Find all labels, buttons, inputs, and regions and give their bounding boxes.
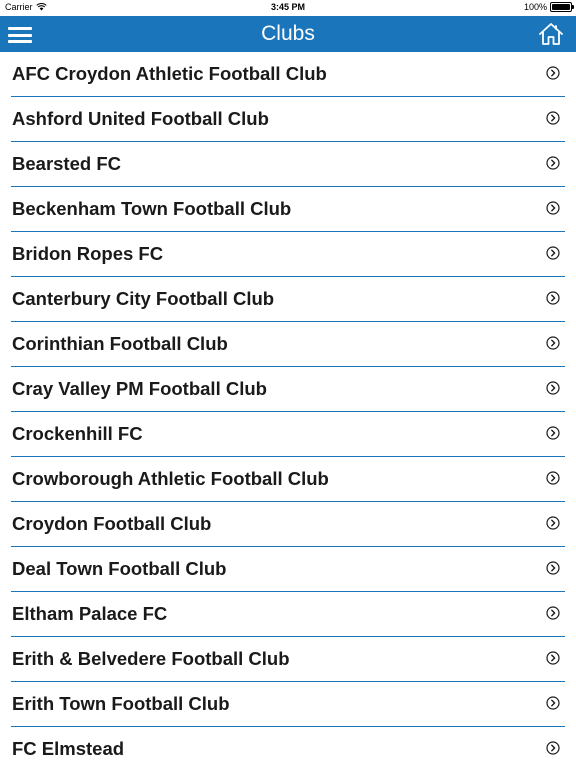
club-name: Corinthian Football Club: [12, 333, 228, 354]
club-name: FC Elmstead: [12, 738, 125, 759]
status-bar: Carrier 3:45 PM 100%: [0, 0, 576, 16]
club-list-item[interactable]: Canterbury City Football Club: [11, 277, 565, 322]
chevron-right-circle-icon: [546, 111, 560, 125]
club-name: Bridon Ropes FC: [12, 243, 164, 264]
club-list-item[interactable]: Cray Valley PM Football Club: [11, 367, 565, 412]
club-list-item[interactable]: Crockenhill FC: [11, 412, 565, 457]
battery-indicator: 100%: [523, 2, 574, 12]
club-list-item[interactable]: Bridon Ropes FC: [11, 232, 565, 277]
page-title: Clubs: [261, 22, 315, 45]
nav-bar: Clubs: [0, 16, 576, 52]
chevron-right-circle-icon: [546, 426, 560, 440]
club-list-item[interactable]: Croydon Football Club: [11, 502, 565, 547]
chevron-right-circle-icon: [546, 291, 560, 305]
club-list-item[interactable]: AFC Croydon Athletic Football Club: [11, 52, 565, 97]
club-list-item[interactable]: FC Elmstead: [11, 727, 565, 768]
home-button[interactable]: [538, 21, 564, 47]
chevron-right-circle-icon: [546, 156, 560, 170]
club-list-item[interactable]: Beckenham Town Football Club: [11, 187, 565, 232]
chevron-right-circle-icon: [546, 696, 560, 710]
battery-icon: [550, 2, 574, 12]
chevron-right-circle-icon: [546, 246, 560, 260]
club-name: Deal Town Football Club: [12, 558, 227, 579]
status-time: 3:45 PM: [270, 2, 305, 12]
chevron-right-circle-icon: [546, 66, 560, 80]
club-name: Crowborough Athletic Football Club: [12, 468, 329, 489]
club-name: Eltham Palace FC: [12, 603, 168, 624]
chevron-right-circle-icon: [546, 516, 560, 530]
club-name: Beckenham Town Football Club: [12, 198, 292, 219]
club-list-item[interactable]: Erith & Belvedere Football Club: [11, 637, 565, 682]
chevron-right-circle-icon: [546, 651, 560, 665]
home-icon: [539, 23, 563, 45]
club-list-item[interactable]: Eltham Palace FC: [11, 592, 565, 637]
club-list: AFC Croydon Athletic Football Club Ashfor…: [0, 52, 576, 768]
club-list-item[interactable]: Deal Town Football Club: [11, 547, 565, 592]
club-name: Canterbury City Football Club: [12, 288, 275, 309]
chevron-right-circle-icon: [546, 741, 560, 755]
club-name: Erith Town Football Club: [12, 693, 230, 714]
club-name: Croydon Football Club: [12, 513, 212, 534]
club-name: AFC Croydon Athletic Football Club: [12, 63, 327, 84]
chevron-right-circle-icon: [546, 336, 560, 350]
club-list-item[interactable]: Ashford United Football Club: [11, 97, 565, 142]
club-name: Cray Valley PM Football Club: [12, 378, 267, 399]
club-list-item[interactable]: Bearsted FC: [11, 142, 565, 187]
club-name: Erith & Belvedere Football Club: [12, 648, 290, 669]
chevron-right-circle-icon: [546, 381, 560, 395]
club-name: Crockenhill FC: [12, 423, 143, 444]
chevron-right-circle-icon: [546, 201, 560, 215]
club-list-item[interactable]: Corinthian Football Club: [11, 322, 565, 367]
chevron-right-circle-icon: [546, 471, 560, 485]
club-list-item[interactable]: Erith Town Football Club: [11, 682, 565, 727]
chevron-right-circle-icon: [546, 561, 560, 575]
chevron-right-circle-icon: [546, 606, 560, 620]
club-list-item[interactable]: Crowborough Athletic Football Club: [11, 457, 565, 502]
battery-percent: 100%: [523, 2, 547, 12]
club-name: Bearsted FC: [12, 153, 121, 174]
club-name: Ashford United Football Club: [12, 108, 269, 129]
